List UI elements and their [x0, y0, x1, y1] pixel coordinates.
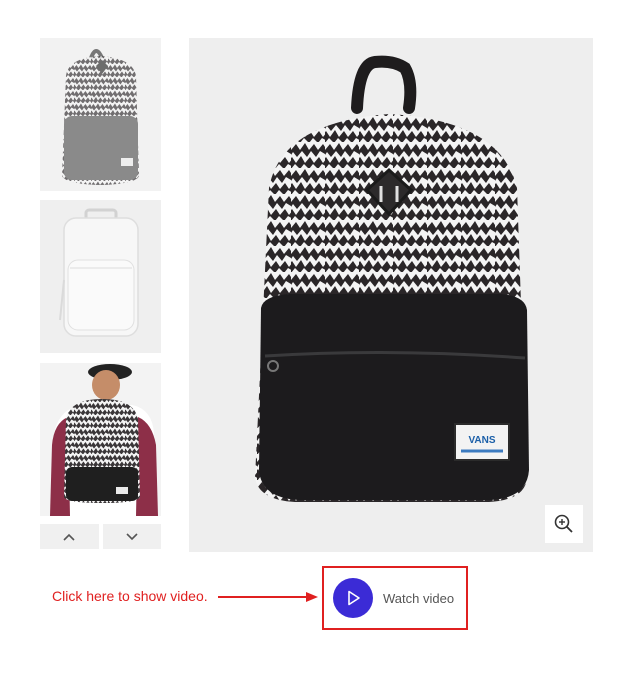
- thumbnail-white-backpack-image: [40, 200, 161, 353]
- watch-video-button[interactable]: Watch video: [333, 578, 454, 618]
- play-button-circle: [333, 578, 373, 618]
- play-icon: [348, 590, 360, 606]
- zoom-button[interactable]: [545, 505, 583, 543]
- video-highlight-box: Watch video: [322, 566, 468, 630]
- backpack-image: VANS: [189, 38, 593, 552]
- arrow-right-icon: [218, 592, 318, 602]
- thumbnail-print-backpack-image: [40, 38, 161, 191]
- thumbnail-scroll-down-button[interactable]: [102, 524, 161, 549]
- main-product-image: VANS: [189, 38, 593, 552]
- thumbnail-white-backpack[interactable]: [40, 200, 161, 353]
- watch-video-label: Watch video: [383, 590, 455, 606]
- video-hint-text: Click here to show video.: [52, 588, 208, 604]
- zoom-in-icon: [554, 514, 573, 533]
- thumbnail-navigation: [40, 524, 161, 549]
- chevron-up-icon: [63, 533, 75, 541]
- thumbnail-print-backpack[interactable]: [40, 38, 161, 191]
- chevron-down-icon: [126, 532, 138, 540]
- thumbnail-scroll-up-button[interactable]: [40, 524, 99, 549]
- thumbnail-model-wearing-backpack[interactable]: [40, 363, 161, 516]
- brand-patch-text: VANS: [468, 435, 495, 446]
- thumbnail-model-image: [40, 363, 161, 516]
